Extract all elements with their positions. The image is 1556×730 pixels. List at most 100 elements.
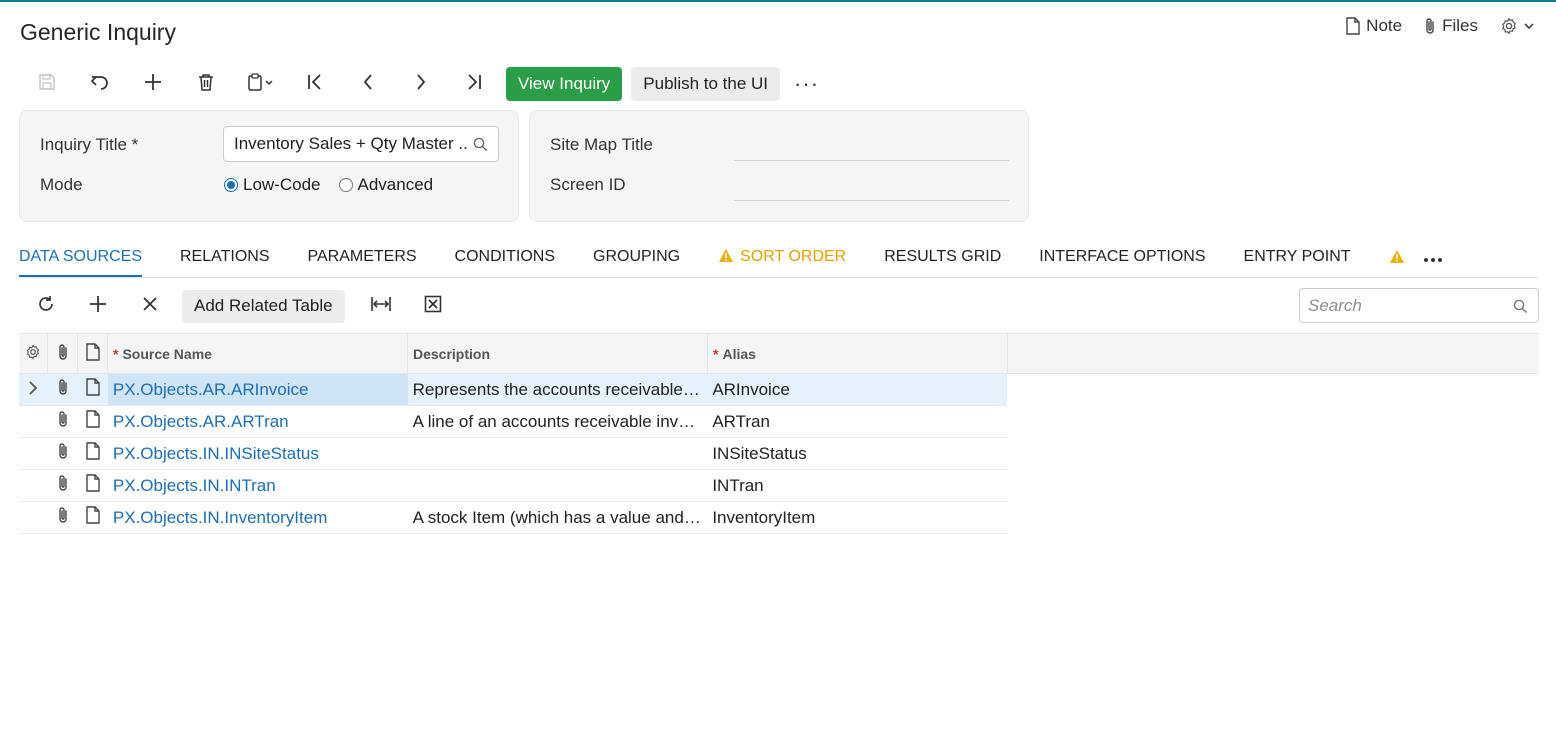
row-expander[interactable] <box>19 374 48 405</box>
row-selector[interactable] <box>19 406 48 437</box>
description-text: Represents the accounts receivable … <box>412 379 703 399</box>
fit-columns-button[interactable] <box>355 288 407 324</box>
add-button[interactable] <box>126 66 179 102</box>
alias-cell[interactable]: InventoryItem <box>707 502 1007 533</box>
tab-data-sources[interactable]: DATA SOURCES <box>19 243 142 277</box>
alias-column-header[interactable]: * Alias <box>708 334 1008 373</box>
tab-relations[interactable]: RELATIONS <box>180 243 270 277</box>
gear-icon <box>1500 17 1518 35</box>
inquiry-title-value: Inventory Sales + Qty Master .. <box>234 134 468 153</box>
row-notes-button[interactable] <box>78 438 108 469</box>
description-cell[interactable]: Represents the accounts receivable … <box>408 374 708 405</box>
source-name-cell[interactable]: PX.Objects.IN.InventoryItem <box>108 502 408 533</box>
publish-to-ui-button[interactable]: Publish to the UI <box>631 67 781 101</box>
view-inquiry-button[interactable]: View Inquiry <box>506 67 623 101</box>
plus-icon <box>89 295 107 318</box>
tab-results-grid[interactable]: RESULTS GRID <box>884 243 1001 277</box>
column-settings-button[interactable] <box>19 334 48 373</box>
paperclip-icon <box>57 474 69 497</box>
row-files-button[interactable] <box>48 502 78 533</box>
tab-interface-options[interactable]: INTERFACE OPTIONS <box>1039 243 1205 277</box>
inquiry-title-field[interactable]: Inventory Sales + Qty Master .. <box>223 126 499 162</box>
first-record-button[interactable] <box>288 66 341 102</box>
mode-advanced-label: Advanced <box>357 175 434 194</box>
table-row[interactable]: PX.Objects.IN.INSiteStatus INSiteStatus <box>19 438 1007 470</box>
source-name-cell[interactable]: PX.Objects.AR.ARTran <box>108 406 408 437</box>
row-files-button[interactable] <box>48 470 78 501</box>
required-marker: * <box>113 345 119 362</box>
delete-row-button[interactable] <box>124 288 176 324</box>
next-record-button[interactable] <box>394 66 447 102</box>
row-notes-button[interactable] <box>78 374 108 405</box>
description-cell[interactable] <box>408 470 708 501</box>
more-tabs-icon[interactable] <box>1423 250 1443 268</box>
tab-sort-order-label: SORT ORDER <box>740 248 847 265</box>
source-name-column-header[interactable]: * Source Name <box>108 334 408 373</box>
paperclip-icon <box>57 343 69 364</box>
table-row[interactable]: PX.Objects.AR.ARTran A line of an accoun… <box>19 406 1007 438</box>
top-accent-line <box>0 0 1556 2</box>
document-icon <box>86 506 100 529</box>
clipboard-dropdown-button[interactable] <box>232 66 288 102</box>
row-notes-button[interactable] <box>78 406 108 437</box>
tab-parameters[interactable]: PARAMETERS <box>307 243 416 277</box>
mode-low-code-radio[interactable]: Low-Code <box>224 175 321 195</box>
alias-cell[interactable]: ARTran <box>707 406 1007 437</box>
table-row[interactable]: PX.Objects.IN.InventoryItem A stock Item… <box>19 502 1007 534</box>
undo-button[interactable] <box>73 66 126 102</box>
radio-selected-icon <box>224 178 238 192</box>
refresh-button[interactable] <box>20 288 72 324</box>
row-selector[interactable] <box>19 438 48 469</box>
export-excel-button[interactable] <box>407 288 459 324</box>
add-related-table-button[interactable]: Add Related Table <box>182 289 345 323</box>
alias-cell[interactable]: INSiteStatus <box>707 438 1007 469</box>
alias-cell[interactable]: INTran <box>707 470 1007 501</box>
chevron-right-icon <box>415 73 427 96</box>
inquiry-summary-panel: Inquiry Title * Inventory Sales + Qty Ma… <box>19 110 519 222</box>
row-files-button[interactable] <box>48 406 78 437</box>
description-column-header[interactable]: Description <box>408 334 708 373</box>
note-button[interactable]: Note <box>1346 16 1402 36</box>
files-button[interactable]: Files <box>1424 16 1478 36</box>
grid-search-input[interactable]: Search <box>1299 288 1539 323</box>
alias-cell[interactable]: ARInvoice <box>707 374 1007 405</box>
header-actions: Note Files <box>1346 16 1534 36</box>
row-selector[interactable] <box>19 470 48 501</box>
tab-grouping[interactable]: GROUPING <box>593 243 680 277</box>
tab-conditions[interactable]: CONDITIONS <box>455 243 555 277</box>
description-cell[interactable] <box>408 438 708 469</box>
mode-advanced-radio[interactable]: Advanced <box>338 175 434 195</box>
tab-sort-order[interactable]: SORT ORDER <box>718 243 846 277</box>
save-icon <box>38 73 56 96</box>
description-cell[interactable]: A stock Item (which has a value and … <box>408 502 708 533</box>
notes-column-header <box>78 334 108 373</box>
table-row[interactable]: PX.Objects.IN.INTran INTran <box>19 470 1007 502</box>
tab-entry-point[interactable]: ENTRY POINT <box>1244 243 1351 277</box>
row-files-button[interactable] <box>48 374 78 405</box>
delete-button[interactable] <box>179 66 232 102</box>
alias-header-label: Alias <box>722 345 756 362</box>
source-name-cell[interactable]: PX.Objects.AR.ARInvoice <box>107 374 408 405</box>
warning-icon[interactable] <box>1389 249 1405 269</box>
document-icon <box>86 378 100 401</box>
table-row[interactable]: PX.Objects.AR.ARInvoice Represents the a… <box>19 374 1007 406</box>
save-button[interactable] <box>20 66 73 102</box>
screen-id-field[interactable] <box>734 171 1009 201</box>
source-name-cell[interactable]: PX.Objects.IN.INTran <box>108 470 408 501</box>
row-notes-button[interactable] <box>78 502 108 533</box>
description-cell[interactable]: A line of an accounts receivable invo… <box>408 406 708 437</box>
add-row-button[interactable] <box>72 288 124 324</box>
previous-record-button[interactable] <box>341 66 394 102</box>
row-notes-button[interactable] <box>78 470 108 501</box>
main-toolbar: View Inquiry Publish to the UI ··· <box>20 66 819 102</box>
grid-header: * Source Name Description * Alias <box>19 333 1539 374</box>
source-name-cell[interactable]: PX.Objects.IN.INSiteStatus <box>108 438 408 469</box>
last-record-button[interactable] <box>447 66 500 102</box>
refresh-icon <box>37 295 55 318</box>
row-selector[interactable] <box>19 502 48 533</box>
settings-button[interactable] <box>1500 17 1534 35</box>
more-actions-button[interactable]: ··· <box>794 73 819 95</box>
row-files-button[interactable] <box>48 438 78 469</box>
description-text: A line of an accounts receivable invo… <box>412 411 703 431</box>
site-map-title-field[interactable] <box>734 131 1009 161</box>
